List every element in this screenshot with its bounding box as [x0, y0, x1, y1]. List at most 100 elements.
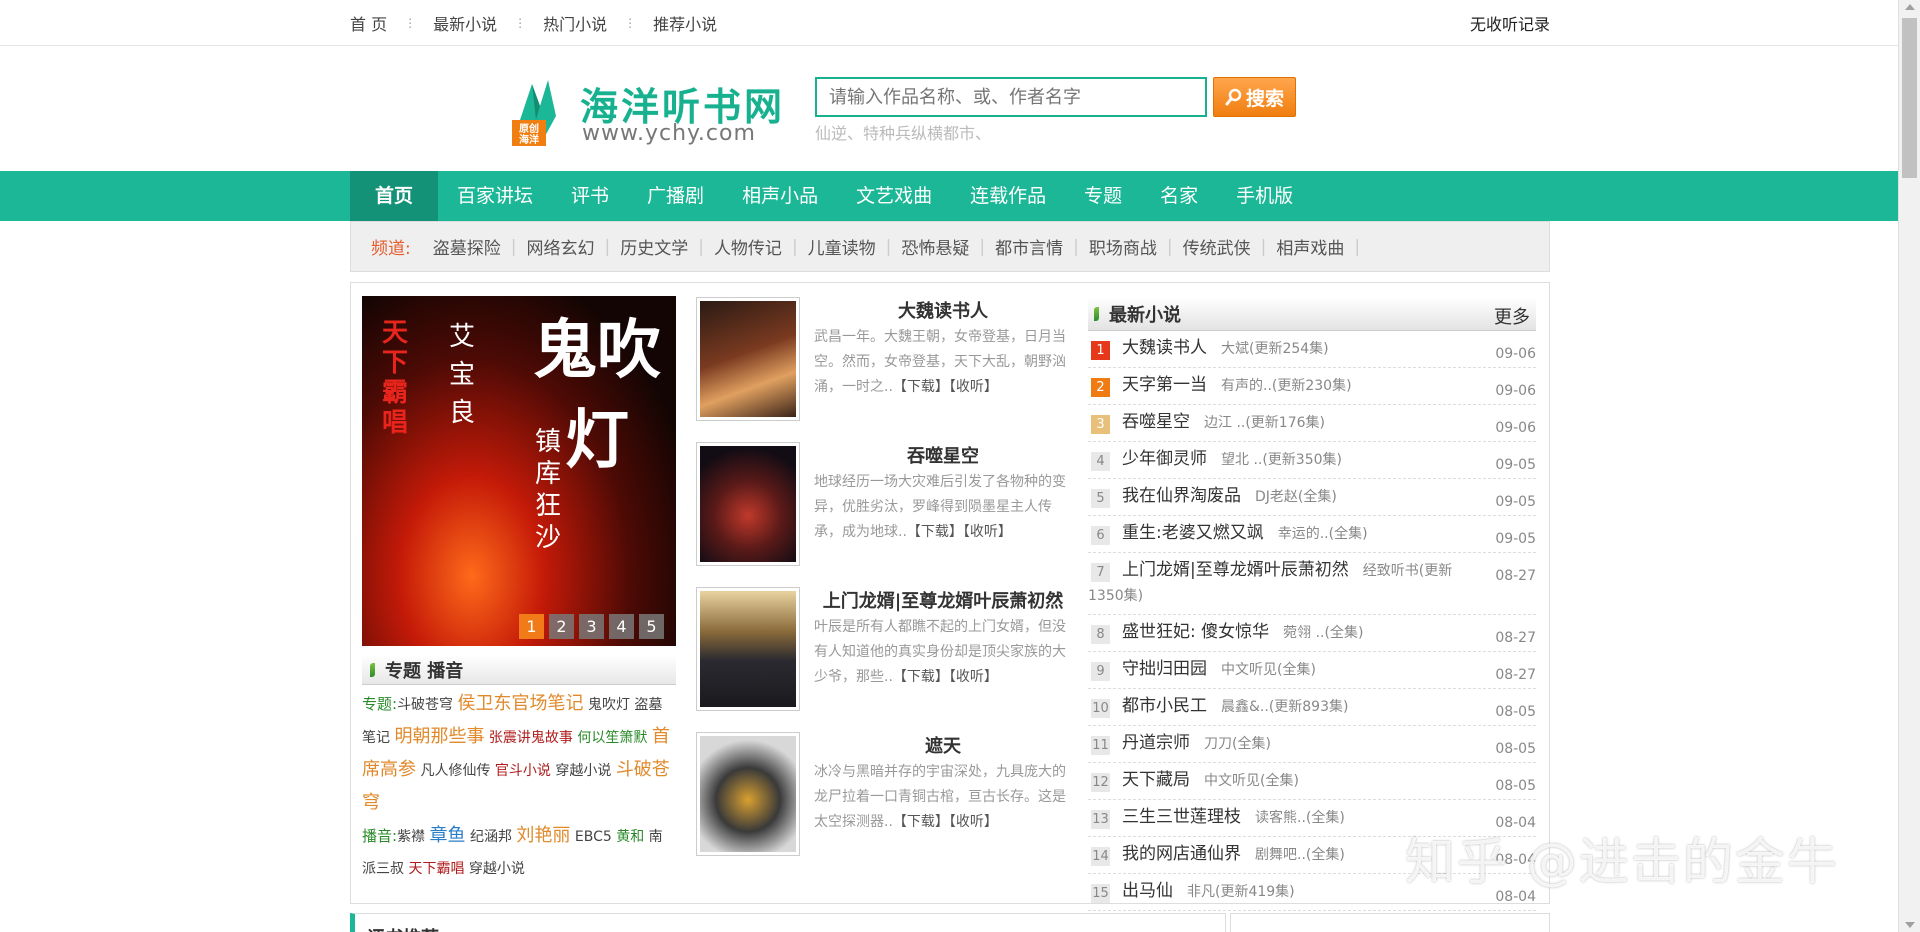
channel-separator: | — [791, 236, 798, 257]
host-link[interactable]: 天下霸唱 — [408, 861, 464, 877]
scroll-down-arrow-icon[interactable] — [1905, 922, 1915, 928]
topic-link[interactable]: 何以笙箫默 — [577, 730, 647, 746]
novel-title-link[interactable]: 上门龙婿|至尊龙婿叶辰萧初然 — [1122, 560, 1349, 580]
more-link[interactable]: 更多 — [1494, 303, 1530, 329]
topic-link[interactable]: 张震讲鬼故事 — [489, 730, 573, 746]
channel-item[interactable]: 儿童读物 — [808, 234, 876, 259]
book-cover[interactable] — [696, 442, 800, 566]
channel-item[interactable]: 恐怖悬疑 — [901, 234, 969, 259]
channel-separator: | — [885, 236, 892, 257]
channel-item[interactable]: 盗墓探险 — [433, 234, 501, 259]
topic-link[interactable]: 穿越小说 — [555, 763, 611, 779]
book-title[interactable]: 上门龙婿|至尊龙婿叶辰萧初然 — [814, 587, 1072, 613]
host-link[interactable]: EBC5 — [575, 829, 612, 845]
host-link[interactable]: 刘艳丽 — [516, 825, 570, 846]
topic-link[interactable]: 明朝那些事 — [394, 726, 484, 747]
host-link[interactable]: 纪涵邦 — [470, 829, 512, 845]
novel-title-link[interactable]: 都市小民工 — [1122, 696, 1207, 716]
novel-title-link[interactable]: 少年御灵师 — [1122, 449, 1207, 469]
search-button[interactable]: 搜索 — [1213, 77, 1296, 117]
novel-title-link[interactable]: 重生:老婆又燃又飒 — [1122, 523, 1264, 543]
top-link-home[interactable]: 首 页 — [350, 11, 387, 35]
nav-item-opera[interactable]: 文艺戏曲 — [837, 171, 951, 221]
latest-novel-row: 5 我在仙界淘废品 DJ老赵(全集) 09-05 — [1088, 479, 1536, 516]
logo-url: www.ychy.com — [582, 121, 756, 146]
top-link-latest[interactable]: 最新小说 — [433, 11, 497, 35]
nav-item-storytelling[interactable]: 评书 — [552, 171, 628, 221]
page-scrollbar[interactable] — [1898, 0, 1920, 932]
host-label: 播音: — [362, 827, 398, 845]
nav-item-crosstalk[interactable]: 相声小品 — [723, 171, 837, 221]
download-link[interactable]: 【下载】 — [893, 814, 949, 830]
channel-item[interactable]: 相声戏曲 — [1276, 234, 1344, 259]
channel-item[interactable]: 人物传记 — [714, 234, 782, 259]
novel-title-link[interactable]: 天下藏局 — [1122, 770, 1190, 790]
nav-item-topics[interactable]: 专题 — [1065, 171, 1141, 221]
topic-link[interactable]: 官斗小说 — [495, 763, 551, 779]
channel-item[interactable]: 传统武侠 — [1183, 234, 1251, 259]
novel-author: 晨鑫&..(更新893集) — [1221, 699, 1349, 715]
host-link[interactable]: 章鱼 — [430, 825, 466, 846]
novel-title-link[interactable]: 出马仙 — [1122, 881, 1173, 901]
novel-title-link[interactable]: 盛世狂妃: 傻女惊华 — [1122, 622, 1269, 642]
channel-item[interactable]: 历史文学 — [620, 234, 688, 259]
book-description: 冰冷与黑暗并存的宇宙深处，九具庞大的龙尸拉着一口青铜古棺，亘古长存。这是太空探测… — [814, 760, 1072, 835]
novel-title-link[interactable]: 大魏读书人 — [1122, 338, 1207, 358]
slider-dot[interactable]: 5 — [639, 614, 664, 639]
novel-title-link[interactable]: 我在仙界淘废品 — [1122, 486, 1241, 506]
topic-link[interactable]: 侯卫东官场笔记 — [458, 693, 584, 714]
channel-item[interactable]: 网络玄幻 — [526, 234, 594, 259]
channel-separator: | — [604, 236, 611, 257]
novel-title-link[interactable]: 我的网店通仙界 — [1122, 844, 1241, 864]
host-link[interactable]: 穿越小说 — [469, 861, 525, 877]
listen-link[interactable]: 【收听】 — [949, 814, 998, 830]
latest-novel-row: 10 都市小民工 晨鑫&..(更新893集) 08-05 — [1088, 689, 1536, 726]
rank-number: 8 — [1091, 625, 1110, 644]
novel-title-link[interactable]: 守拙归田园 — [1122, 659, 1207, 679]
featured-slider[interactable]: 天下霸唱 艾宝良 鬼吹灯 镇库狂沙 1 2 3 4 5 — [362, 296, 676, 646]
scroll-up-arrow-icon[interactable] — [1905, 4, 1915, 10]
nav-item-radio-drama[interactable]: 广播剧 — [628, 171, 723, 221]
channel-item[interactable]: 都市言情 — [995, 234, 1063, 259]
search-input[interactable] — [815, 77, 1207, 117]
download-link[interactable]: 【下载】 — [907, 524, 963, 540]
book-card: 吞噬星空 地球经历一场大灾难后引发了各物种的变异，优胜劣汰，罗峰得到陨墨星主人传… — [696, 442, 1072, 567]
book-cover[interactable] — [696, 732, 800, 856]
novel-title-link[interactable]: 吞噬星空 — [1122, 412, 1190, 432]
listen-history-link[interactable]: 无收听记录 — [1470, 11, 1550, 35]
nav-item-mobile[interactable]: 手机版 — [1217, 171, 1312, 221]
book-title[interactable]: 大魏读书人 — [814, 297, 1072, 323]
novel-title-link[interactable]: 丹道宗师 — [1122, 733, 1190, 753]
listen-link[interactable]: 【收听】 — [949, 379, 998, 395]
download-link[interactable]: 【下载】 — [893, 379, 949, 395]
book-cover[interactable] — [696, 587, 800, 711]
novel-title-link[interactable]: 天字第一当 — [1122, 375, 1207, 395]
topic-link[interactable]: 斗破苍穹 — [397, 697, 453, 713]
nav-item-lectures[interactable]: 百家讲坛 — [438, 171, 552, 221]
host-link[interactable]: 紫襟 — [397, 829, 425, 845]
novel-title-link[interactable]: 三生三世莲理枝 — [1122, 807, 1241, 827]
top-link-hot[interactable]: 热门小说 — [543, 11, 607, 35]
topic-link[interactable]: 凡人修仙传 — [420, 763, 490, 779]
book-title[interactable]: 吞噬星空 — [814, 442, 1072, 468]
scrollbar-thumb[interactable] — [1902, 18, 1917, 178]
book-cover[interactable] — [696, 297, 800, 421]
nav-item-home[interactable]: 首页 — [350, 171, 439, 221]
download-link[interactable]: 【下载】 — [893, 669, 949, 685]
slider-dot[interactable]: 4 — [609, 614, 634, 639]
book-description: 武昌一年。大魏王朝，女帝登基，日月当空。然而，女帝登基，天下大乱，朝野汹涌，一时… — [814, 325, 1072, 400]
top-link-recommend[interactable]: 推荐小说 — [653, 11, 717, 35]
hot-search-words[interactable]: 仙逆、特种兵纵横都市、 — [815, 120, 991, 144]
listen-link[interactable]: 【收听】 — [949, 669, 998, 685]
channel-item[interactable]: 职场商战 — [1089, 234, 1157, 259]
book-title[interactable]: 遮天 — [814, 732, 1072, 758]
topic-link[interactable]: 鬼吹灯 — [588, 697, 630, 713]
nav-item-serials[interactable]: 连载作品 — [951, 171, 1065, 221]
site-logo[interactable]: 原创 海洋 海洋听书网 www.ychy.com — [510, 76, 782, 148]
slider-dot[interactable]: 1 — [519, 614, 544, 639]
host-link[interactable]: 黄和 — [616, 829, 644, 845]
slider-dot[interactable]: 3 — [579, 614, 604, 639]
nav-item-famous[interactable]: 名家 — [1141, 171, 1217, 221]
listen-link[interactable]: 【收听】 — [963, 524, 1012, 540]
slider-dot[interactable]: 2 — [549, 614, 574, 639]
